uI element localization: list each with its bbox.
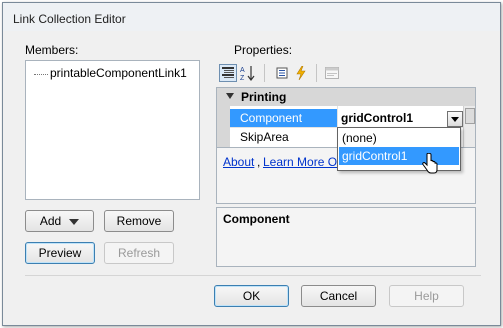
property-pages-icon[interactable] [273, 64, 291, 82]
links-separator: , [257, 155, 261, 169]
help-button[interactable]: Help [389, 285, 464, 307]
component-dropdown-list[interactable]: (none) gridControl1 [337, 127, 461, 171]
learn-more-link[interactable]: Learn More Or [263, 155, 341, 169]
alphabetical-icon[interactable]: AZ [239, 64, 257, 82]
member-item[interactable]: printableComponentLink1 [50, 66, 187, 80]
collapse-triangle-icon[interactable] [226, 93, 234, 99]
toolbar-separator [264, 64, 265, 82]
chevron-down-icon [69, 218, 80, 225]
properties-label: Properties: [234, 43, 293, 57]
preview-button-label: Preview [38, 246, 82, 260]
add-button[interactable]: Add [25, 210, 94, 232]
refresh-button[interactable]: Refresh [104, 242, 174, 264]
description-title: Component [223, 212, 290, 226]
svg-text:A: A [240, 67, 245, 74]
window-title: Link Collection Editor [13, 12, 126, 26]
property-value-component[interactable]: gridControl1 [338, 109, 456, 127]
ok-button-label: OK [242, 289, 261, 303]
properties-icon[interactable] [323, 64, 341, 82]
mouse-cursor-icon [421, 152, 439, 178]
link-collection-editor-dialog: Link Collection Editor Members: printabl… [2, 2, 501, 326]
preview-button[interactable]: Preview [25, 242, 95, 264]
members-label: Members: [25, 43, 79, 57]
events-icon[interactable] [292, 64, 310, 82]
category-row-printing[interactable]: Printing [217, 88, 475, 106]
tree-connector [34, 74, 48, 75]
description-panel: Component [216, 207, 476, 267]
dropdown-option-gridcontrol1[interactable]: gridControl1 [339, 147, 459, 165]
scrollbar-thumb[interactable] [465, 108, 475, 124]
svg-text:Z: Z [240, 75, 245, 81]
members-list[interactable]: printableComponentLink1 [25, 60, 200, 200]
help-button-label: Help [414, 289, 439, 303]
title-bar[interactable]: Link Collection Editor [3, 3, 500, 31]
refresh-button-label: Refresh [117, 246, 161, 260]
property-name-component[interactable]: Component [230, 109, 337, 127]
category-label: Printing [241, 90, 287, 104]
grid-left-margin [217, 106, 230, 147]
add-button-label: Add [39, 214, 62, 228]
dropdown-option-none[interactable]: (none) [339, 129, 459, 147]
about-link[interactable]: About [223, 155, 254, 169]
remove-button-label: Remove [116, 214, 162, 228]
property-name-skiparea[interactable]: SkipArea [230, 128, 337, 146]
remove-button[interactable]: Remove [104, 210, 174, 232]
cancel-button-label: Cancel [319, 289, 358, 303]
cancel-button[interactable]: Cancel [301, 285, 376, 307]
toolbar-separator-2 [316, 64, 317, 82]
ok-button[interactable]: OK [214, 285, 289, 307]
categorized-icon[interactable] [219, 64, 237, 82]
footer-divider [25, 275, 481, 276]
grid-scrollbar[interactable] [463, 106, 475, 147]
component-dropdown-button[interactable] [447, 111, 463, 127]
